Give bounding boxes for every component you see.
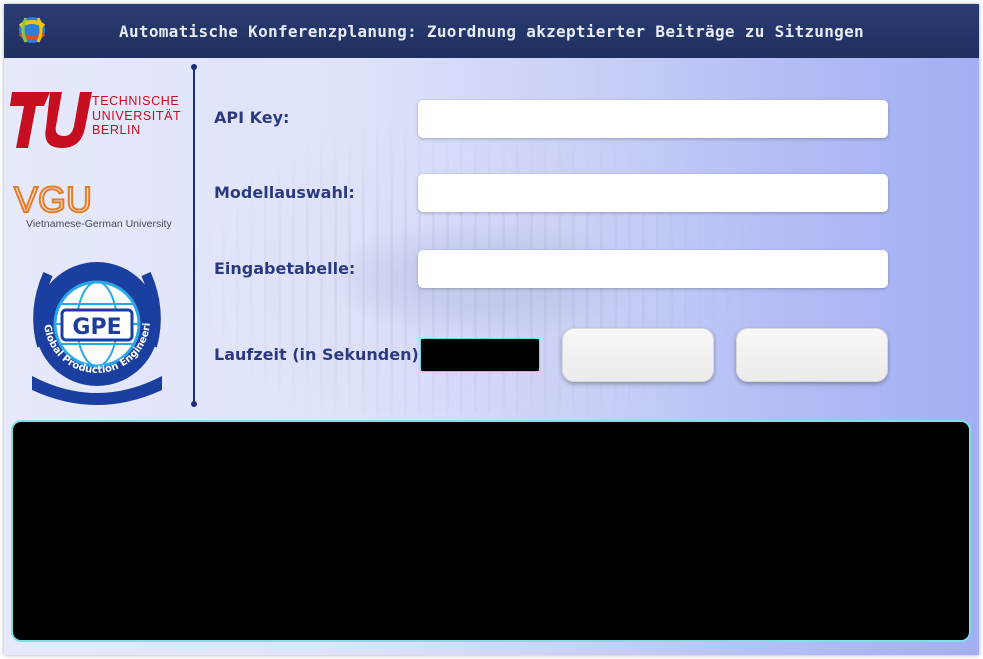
tu-line-2: UNIVERSITÄT [92,108,182,123]
input-table-input[interactable] [418,250,888,288]
model-input[interactable] [418,174,888,212]
tu-line-3: BERLIN [92,123,141,137]
tu-berlin-wordmark: TECHNISCHE UNIVERSITÄT BERLIN [92,94,181,138]
api-key-input[interactable] [418,100,888,138]
app-window: Automatische Konferenzplanung: Zuordnung… [4,4,979,655]
tu-line-1: TECHNISCHE [92,94,180,108]
runtime-input[interactable] [420,338,540,372]
model-label: Modellauswahl: [214,183,355,202]
title-bar: Automatische Konferenzplanung: Zuordnung… [4,4,979,58]
gpe-mark: GPE [72,315,121,340]
vertical-divider [193,67,195,405]
gpe-logo: GPE Global Production Engineering [20,250,162,405]
divider-bottom-dot [191,401,197,407]
output-console[interactable] [11,420,971,642]
api-key-label: API Key: [214,108,290,127]
vgu-logo: VGU [13,178,93,218]
logo-panel: TECHNISCHE UNIVERSITÄT BERLIN VGU Vietna… [4,58,194,418]
app-globe-icon [18,17,46,43]
divider-top-dot [191,64,197,70]
action-button-1[interactable] [562,328,714,382]
runtime-label: Laufzeit (in Sekunden) [214,345,419,364]
window-title: Automatische Konferenzplanung: Zuordnung… [119,21,864,41]
vgu-subtitle: Vietnamese-German University [26,218,172,230]
input-table-label: Eingabetabelle: [214,259,356,278]
action-button-2[interactable] [736,328,888,382]
vgu-mark: VGU [14,179,92,218]
